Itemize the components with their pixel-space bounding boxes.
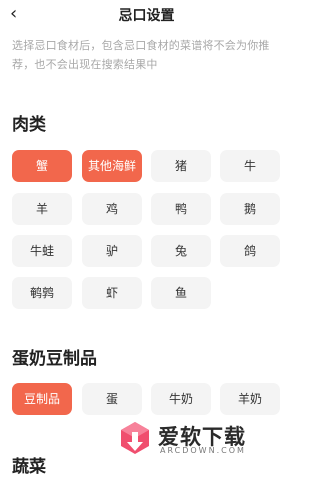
chip-rabbit[interactable]: 兔: [151, 235, 211, 267]
chip-lamb[interactable]: 羊: [12, 193, 72, 225]
watermark: 爱软下载 ARCDOWN.COM: [116, 420, 276, 460]
chip-other-seafood[interactable]: 其他海鲜: [82, 150, 142, 182]
download-logo-icon: [121, 422, 149, 454]
page-title: 忌口设置: [118, 8, 175, 24]
watermark-sub: ARCDOWN.COM: [160, 446, 246, 455]
section-title-vegetables: 蔬菜: [12, 457, 46, 477]
chip-chicken[interactable]: 鸡: [82, 193, 142, 225]
chip-shrimp[interactable]: 虾: [82, 277, 142, 309]
chip-soy-products[interactable]: 豆制品: [12, 383, 72, 415]
chip-beef[interactable]: 牛: [220, 150, 280, 182]
chip-goat-milk[interactable]: 羊奶: [220, 383, 280, 415]
chip-egg[interactable]: 蛋: [82, 383, 142, 415]
header: ‹ 忌口设置: [0, 0, 293, 30]
chip-pork[interactable]: 猪: [151, 150, 211, 182]
chip-donkey[interactable]: 驴: [82, 235, 142, 267]
chip-cow-milk[interactable]: 牛奶: [151, 383, 211, 415]
chip-bullfrog[interactable]: 牛蛙: [12, 235, 72, 267]
section-title-dairy: 蛋奶豆制品: [12, 349, 97, 369]
description-text: 选择忌口食材后，包含忌口食材的菜谱将不会为你推荐，也不会出现在搜索结果中: [12, 39, 270, 71]
chip-quail[interactable]: 鹌鹑: [12, 277, 72, 309]
chip-duck[interactable]: 鸭: [151, 193, 211, 225]
chip-fish[interactable]: 鱼: [151, 277, 211, 309]
chip-goose[interactable]: 鹅: [220, 193, 280, 225]
chip-pigeon[interactable]: 鸽: [220, 235, 280, 267]
chip-crab[interactable]: 蟹: [12, 150, 72, 182]
section-title-meat: 肉类: [12, 115, 46, 135]
